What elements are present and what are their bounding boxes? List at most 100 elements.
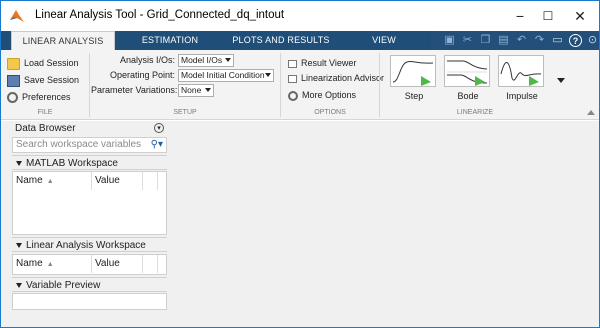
linearize-section-label: LINEARIZE xyxy=(456,109,494,116)
chevron-down-icon xyxy=(225,58,231,62)
more-plots-dropdown-icon[interactable] xyxy=(557,78,565,83)
operating-point-label: Operating Point: xyxy=(109,70,175,80)
tab-estimation[interactable]: ESTIMATION xyxy=(127,31,213,50)
data-browser-title: Data Browser xyxy=(15,123,76,134)
value-column-header[interactable]: Value xyxy=(92,255,143,273)
save-session-button[interactable]: Save Session xyxy=(7,72,79,88)
load-session-button[interactable]: Load Session xyxy=(7,55,79,71)
quick-access-toolbar: ▣ ✂ ❐ ▤ ↶ ↷ ▭ ? ⊙ xyxy=(431,31,599,50)
variable-preview-header[interactable]: Variable Preview xyxy=(12,277,167,292)
matlab-workspace-header[interactable]: MATLAB Workspace xyxy=(12,155,167,170)
step-plot-thumbnail xyxy=(390,55,436,87)
divider xyxy=(379,53,380,117)
maximize-button[interactable]: ☐ xyxy=(535,6,561,26)
sort-ascending-icon: ▲ xyxy=(46,178,54,185)
file-section-label: FILE xyxy=(37,109,53,116)
name-column-header[interactable]: Name ▲ xyxy=(13,172,92,190)
app-window: Linear Analysis Tool - Grid_Connected_dq… xyxy=(0,0,600,328)
save-session-label: Save Session xyxy=(24,75,80,85)
tab-view[interactable]: VIEW xyxy=(359,31,409,50)
tab-plots-and-results[interactable]: PLOTS AND RESULTS xyxy=(223,31,339,50)
result-viewer-button[interactable]: Result Viewer xyxy=(288,55,356,71)
analysis-ios-label: Analysis I/Os: xyxy=(119,55,175,65)
title-bar: Linear Analysis Tool - Grid_Connected_dq… xyxy=(1,1,599,31)
plot-area xyxy=(167,121,599,327)
undo-icon[interactable]: ↶ xyxy=(515,34,528,47)
collapse-triangle-icon xyxy=(16,160,22,166)
result-viewer-icon xyxy=(288,59,297,68)
parameter-variations-value: None xyxy=(181,85,202,95)
minimize-button[interactable]: − xyxy=(507,6,533,26)
impulse-label: Impulse xyxy=(506,91,538,101)
extra-column-header xyxy=(143,172,158,190)
help-icon[interactable]: ? xyxy=(569,34,582,47)
disk-icon xyxy=(7,74,20,87)
matlab-workspace-table[interactable]: Name ▲ Value xyxy=(12,171,167,235)
bode-plot-icon xyxy=(447,60,488,86)
collapse-triangle-icon xyxy=(16,242,22,248)
divider xyxy=(280,53,281,117)
parameter-variations-label: Parameter Variations: xyxy=(91,85,178,95)
chevron-down-icon xyxy=(205,88,211,92)
impulse-plot-button[interactable]: Impulse xyxy=(490,52,554,106)
options-section-label: OPTIONS xyxy=(314,109,346,116)
search-icon[interactable]: ⚲▾ xyxy=(151,138,163,152)
extra-column-header xyxy=(143,255,158,273)
toolstrip-tabs: LINEAR ANALYSIS ESTIMATION PLOTS AND RES… xyxy=(1,31,599,51)
analysis-ios-dropdown[interactable]: Model I/Os xyxy=(178,54,234,67)
value-column-label: Value xyxy=(95,258,120,269)
options-icon[interactable]: ⊙ xyxy=(586,34,599,47)
chevron-down-icon xyxy=(265,73,271,77)
data-browser-panel: Data Browser ▾ Search workspace variable… xyxy=(12,121,167,327)
toolstrip: Load Session Save Session Preferences FI… xyxy=(1,50,599,120)
linearization-advisor-label: Linearization Advisor xyxy=(301,73,385,83)
name-column-label: Name xyxy=(16,175,43,186)
copy-icon[interactable]: ❐ xyxy=(479,34,492,47)
setup-section-label: SETUP xyxy=(173,109,197,116)
value-column-label: Value xyxy=(95,175,120,186)
save-icon[interactable]: ▣ xyxy=(443,34,456,47)
step-response-icon xyxy=(392,60,434,86)
preferences-button[interactable]: Preferences xyxy=(7,89,71,105)
advisor-icon xyxy=(288,74,297,83)
impulse-response-icon xyxy=(500,62,542,86)
more-options-gear-icon xyxy=(288,90,298,101)
divider xyxy=(89,53,90,117)
matlab-logo-icon xyxy=(10,10,24,22)
matlab-workspace-title: MATLAB Workspace xyxy=(26,158,118,169)
split-icon[interactable]: ▭ xyxy=(551,34,564,47)
linear-analysis-workspace-table[interactable]: Name ▲ Value xyxy=(12,254,167,275)
folder-icon xyxy=(7,57,20,70)
search-input[interactable]: Search workspace variables ⚲▾ xyxy=(12,137,167,153)
search-placeholder: Search workspace variables xyxy=(16,139,142,150)
redo-icon[interactable]: ↷ xyxy=(533,34,546,47)
result-viewer-label: Result Viewer xyxy=(301,58,357,68)
name-column-label: Name xyxy=(16,258,43,269)
operating-point-dropdown[interactable]: Model Initial Condition xyxy=(178,69,274,82)
collapse-toolstrip-icon[interactable] xyxy=(587,110,595,115)
tab-linear-analysis[interactable]: LINEAR ANALYSIS xyxy=(11,31,115,51)
panel-menu-icon[interactable]: ▾ xyxy=(154,123,164,133)
bode-plot-thumbnail xyxy=(444,55,490,87)
value-column-header[interactable]: Value xyxy=(92,172,143,190)
gear-icon xyxy=(7,92,18,104)
name-column-header[interactable]: Name ▲ xyxy=(13,255,92,273)
cut-icon[interactable]: ✂ xyxy=(461,34,474,47)
more-options-button[interactable]: More Options xyxy=(288,87,356,103)
linear-analysis-workspace-header[interactable]: Linear Analysis Workspace xyxy=(12,237,167,252)
linear-analysis-workspace-title: Linear Analysis Workspace xyxy=(26,240,146,251)
preferences-label: Preferences xyxy=(22,92,71,102)
linearization-advisor-button[interactable]: Linearization Advisor xyxy=(288,70,384,86)
variable-preview-area xyxy=(12,293,167,310)
paste-icon[interactable]: ▤ xyxy=(497,34,510,47)
parameter-variations-dropdown[interactable]: None xyxy=(178,84,214,97)
more-options-label: More Options xyxy=(302,90,357,100)
operating-point-value: Model Initial Condition xyxy=(181,70,265,80)
window-title: Linear Analysis Tool - Grid_Connected_dq… xyxy=(35,9,285,21)
collapse-triangle-icon xyxy=(16,282,22,288)
close-button[interactable]: ✕ xyxy=(567,6,593,26)
left-gutter xyxy=(1,121,12,327)
data-browser-header: Data Browser ▾ xyxy=(12,121,167,136)
load-session-label: Load Session xyxy=(24,58,79,68)
analysis-ios-value: Model I/Os xyxy=(181,55,223,65)
